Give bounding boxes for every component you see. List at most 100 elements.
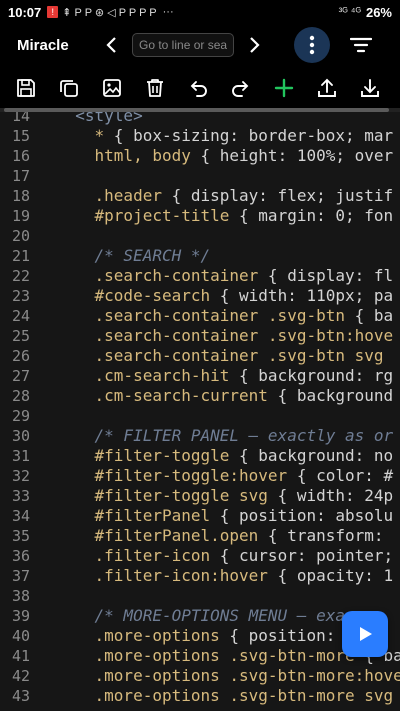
code-line[interactable]: .search-container .svg-btn { ba (56, 306, 400, 326)
code-line[interactable]: #filter-toggle { background: no (56, 446, 400, 466)
copy-button[interactable] (57, 76, 81, 100)
image-icon (103, 79, 121, 97)
line-number: 43 (11, 687, 30, 705)
battery-level: 26% (365, 4, 392, 20)
delete-button[interactable] (143, 76, 167, 100)
css-selector: #filter-toggle:hover (56, 466, 297, 485)
line-number: 32 (11, 467, 30, 485)
line-number: 18 (11, 187, 30, 205)
code-line[interactable]: .filter-icon { cursor: pointer; (56, 546, 400, 566)
css-selector: .filter-icon (56, 546, 220, 565)
next-match-button[interactable] (244, 30, 264, 60)
insert-image-button[interactable] (100, 76, 124, 100)
more-notifications: ··· (162, 6, 174, 18)
add-file-button[interactable] (272, 76, 296, 100)
code-line[interactable]: #code-search { width: 110px; pa (56, 286, 400, 306)
code-line[interactable]: .search-container .svg-btn:hove (56, 326, 400, 346)
more-options-button[interactable] (294, 27, 330, 63)
play-icon (360, 627, 372, 641)
css-declaration: { background: rg (239, 366, 394, 385)
css-declaration: { display: fl (267, 266, 394, 285)
code-line[interactable]: .search-container .svg-btn svg (56, 346, 400, 366)
code-line[interactable]: #filterPanel.open { transform: (56, 526, 400, 546)
code-line[interactable]: /* SEARCH */ (56, 246, 400, 266)
undo-icon (190, 81, 207, 97)
css-declaration: { width: 24p (277, 486, 394, 505)
code-line[interactable]: <style> (56, 112, 400, 126)
signal-icon: ³ᴳ ⁴ᴳ (338, 6, 361, 18)
css-selector: #project-title (56, 206, 240, 225)
filter-toggle-button[interactable] (346, 31, 376, 59)
css-declaration: { ba (354, 306, 394, 325)
code-line[interactable]: html, body { height: 100%; over (56, 146, 400, 166)
line-number: 40 (11, 627, 30, 645)
download-button[interactable] (358, 76, 382, 100)
code-line[interactable]: #project-title { margin: 0; fon (56, 206, 400, 226)
css-selector: .filter-icon:hover (56, 566, 278, 585)
css-declaration: { box-sizing: border-box; mar (113, 126, 394, 145)
css-declaration: { color: # (296, 466, 394, 485)
line-number: 22 (11, 267, 30, 285)
upload-button[interactable] (315, 76, 339, 100)
download-icon (361, 79, 379, 97)
css-declaration: { position: absolu (219, 506, 394, 525)
code-editor[interactable]: 14 15 16 17 18 19 20 21 22 23 24 25 26 27 28 29 30 31 32 33… (0, 112, 400, 711)
css-selector: .cm-search-current (56, 386, 278, 405)
code-line[interactable]: .cm-search-hit { background: rg (56, 366, 400, 386)
css-declaration: { cursor: pointer; (219, 546, 394, 565)
css-selector: .more-options .svg-btn-more:hove (56, 666, 400, 685)
plus-icon (274, 78, 294, 98)
css-selector: .more-options .svg-btn-more svg (56, 686, 394, 705)
run-button[interactable] (342, 611, 388, 657)
redo-icon (232, 81, 249, 97)
line-number: 20 (11, 227, 30, 245)
goto-search-input[interactable] (132, 33, 234, 57)
line-number: 34 (11, 507, 30, 525)
code-comment: /* FILTER PANEL — exactly as or (56, 426, 394, 445)
line-number: 29 (11, 407, 30, 425)
css-selector: .header (56, 186, 172, 205)
status-bar: 10:07 ! ⇞ P P ⊛ ◁ P P P P ··· ³ᴳ ⁴ᴳ 26% (0, 0, 400, 24)
line-number: 26 (11, 347, 30, 365)
css-selector: .search-container .svg-btn:hove (56, 326, 394, 345)
prev-match-button[interactable] (102, 30, 122, 60)
css-selector: #filter-toggle (56, 446, 240, 465)
css-declaration: { opacity: 1 (277, 566, 394, 585)
chevron-right-icon (250, 37, 260, 53)
code-line[interactable]: #filter-toggle svg { width: 24p (56, 486, 400, 506)
css-declaration: { margin: 0; fon (239, 206, 394, 225)
code-line[interactable]: .search-container { display: fl (56, 266, 400, 286)
html-tag: <style> (56, 112, 143, 125)
notification-app-icon: ! (47, 6, 59, 18)
css-selector: .search-container (56, 266, 268, 285)
code-line[interactable]: * { box-sizing: border-box; mar (56, 126, 400, 146)
code-line[interactable] (56, 226, 400, 246)
code-line[interactable] (56, 406, 400, 426)
code-line[interactable]: .header { display: flex; justif (56, 186, 400, 206)
project-title: Miracle (17, 36, 69, 54)
code-line[interactable]: .filter-icon:hover { opacity: 1 (56, 566, 400, 586)
chevron-left-icon (106, 37, 116, 53)
undo-button[interactable] (186, 76, 210, 100)
line-number: 41 (11, 647, 30, 665)
redo-button[interactable] (229, 76, 253, 100)
code-line[interactable]: .cm-search-current { background (56, 386, 400, 406)
line-number: 21 (11, 247, 30, 265)
css-declaration: { height: 100%; over (200, 146, 394, 165)
line-number: 31 (11, 447, 30, 465)
line-number: 17 (11, 167, 30, 185)
save-button[interactable] (14, 76, 38, 100)
line-number: 39 (11, 607, 30, 625)
code-line[interactable]: .more-options .svg-btn-more svg (56, 686, 400, 706)
code-line[interactable]: #filter-toggle:hover { color: # (56, 466, 400, 486)
css-declaration: { width: 110px; pa (219, 286, 394, 305)
code-line[interactable]: /* FILTER PANEL — exactly as or (56, 426, 400, 446)
css-declaration: { background: no (239, 446, 394, 465)
code-line[interactable] (56, 166, 400, 186)
filter-lines-icon (350, 37, 372, 53)
line-number: 23 (11, 287, 30, 305)
code-line[interactable]: #filterPanel { position: absolu (56, 506, 400, 526)
code-line[interactable] (56, 586, 400, 606)
upload-icon (318, 78, 336, 97)
code-line[interactable]: .more-options .svg-btn-more:hove (56, 666, 400, 686)
